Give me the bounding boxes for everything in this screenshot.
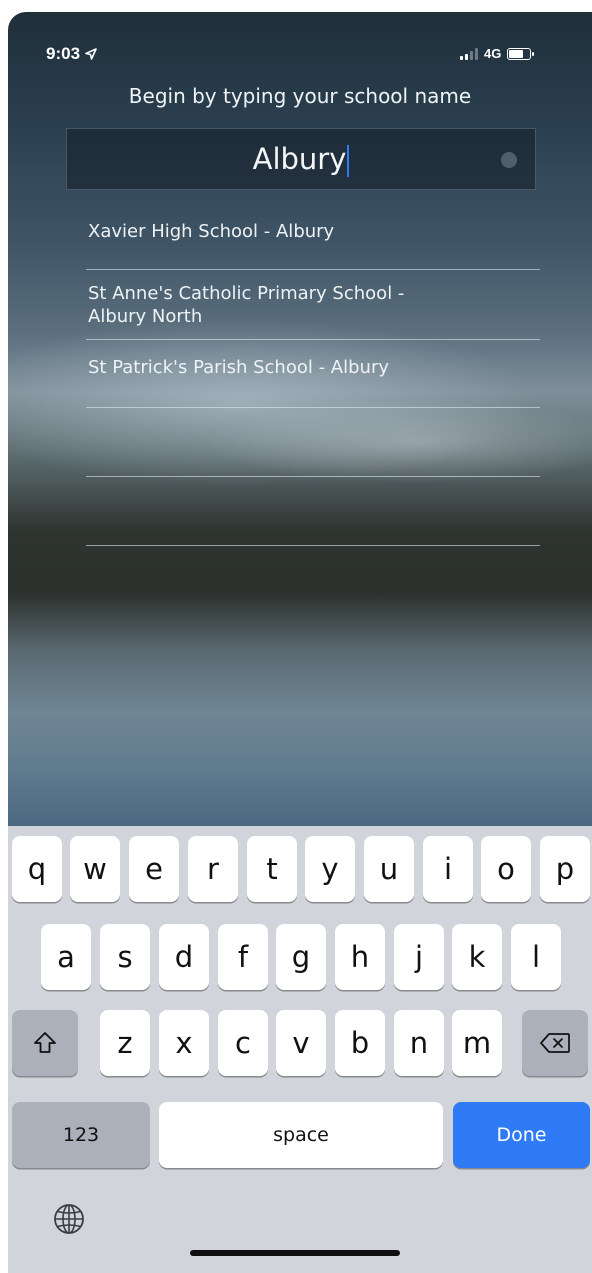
text-cursor [347, 144, 350, 177]
result-item[interactable]: Xavier High School - Albury [86, 204, 540, 270]
key-n[interactable]: n [394, 1010, 444, 1076]
shift-key[interactable] [12, 1010, 78, 1076]
key-y[interactable]: y [305, 836, 355, 902]
key-a[interactable]: a [41, 924, 91, 990]
shift-icon [34, 1032, 56, 1053]
search-input[interactable]: Albury [253, 142, 350, 177]
results-list: Xavier High School - Albury St Anne's Ca… [86, 204, 540, 546]
globe-icon[interactable] [52, 1202, 86, 1236]
signal-icon [460, 47, 478, 60]
key-p[interactable]: p [540, 836, 590, 902]
key-i[interactable]: i [423, 836, 473, 902]
status-time: 9:03 [46, 44, 97, 64]
key-b[interactable]: b [335, 1010, 385, 1076]
empty-result-row [86, 477, 540, 546]
location-arrow-icon [84, 48, 97, 60]
key-l[interactable]: l [511, 924, 561, 990]
home-indicator [190, 1250, 400, 1256]
key-e[interactable]: e [129, 836, 179, 902]
battery-icon [507, 47, 535, 60]
key-m[interactable]: m [452, 1010, 502, 1076]
key-r[interactable]: r [188, 836, 238, 902]
backspace-icon [540, 1033, 570, 1053]
delete-key[interactable] [522, 1010, 588, 1076]
status-indicators: 4G [460, 46, 535, 61]
result-item[interactable]: St Patrick's Parish School - Albury [86, 340, 540, 408]
clear-icon[interactable] [501, 152, 517, 168]
key-q[interactable]: q [12, 836, 62, 902]
page-title: Begin by typing your school name [128, 84, 472, 108]
school-search-field[interactable]: Albury [66, 128, 536, 190]
app-screen: 9:03 4G Begin by typing your school name… [8, 12, 592, 1273]
key-g[interactable]: g [276, 924, 326, 990]
key-k[interactable]: k [452, 924, 502, 990]
key-h[interactable]: h [335, 924, 385, 990]
key-x[interactable]: x [159, 1010, 209, 1076]
key-v[interactable]: v [276, 1010, 326, 1076]
empty-result-row [86, 408, 540, 477]
key-o[interactable]: o [481, 836, 531, 902]
key-s[interactable]: s [100, 924, 150, 990]
result-item[interactable]: St Anne's Catholic Primary School - Albur… [86, 270, 540, 340]
key-f[interactable]: f [218, 924, 268, 990]
network-label: 4G [484, 46, 502, 61]
key-z[interactable]: z [100, 1010, 150, 1076]
space-key[interactable]: space [159, 1102, 443, 1168]
key-j[interactable]: j [394, 924, 444, 990]
onscreen-keyboard: q w e r t y u i o p a s d f g h j k l z … [8, 826, 592, 1273]
numbers-key[interactable]: 123 [12, 1102, 150, 1168]
key-d[interactable]: d [159, 924, 209, 990]
key-t[interactable]: t [247, 836, 297, 902]
done-key[interactable]: Done [453, 1102, 590, 1168]
key-w[interactable]: w [70, 836, 120, 902]
key-c[interactable]: c [218, 1010, 268, 1076]
key-u[interactable]: u [364, 836, 414, 902]
